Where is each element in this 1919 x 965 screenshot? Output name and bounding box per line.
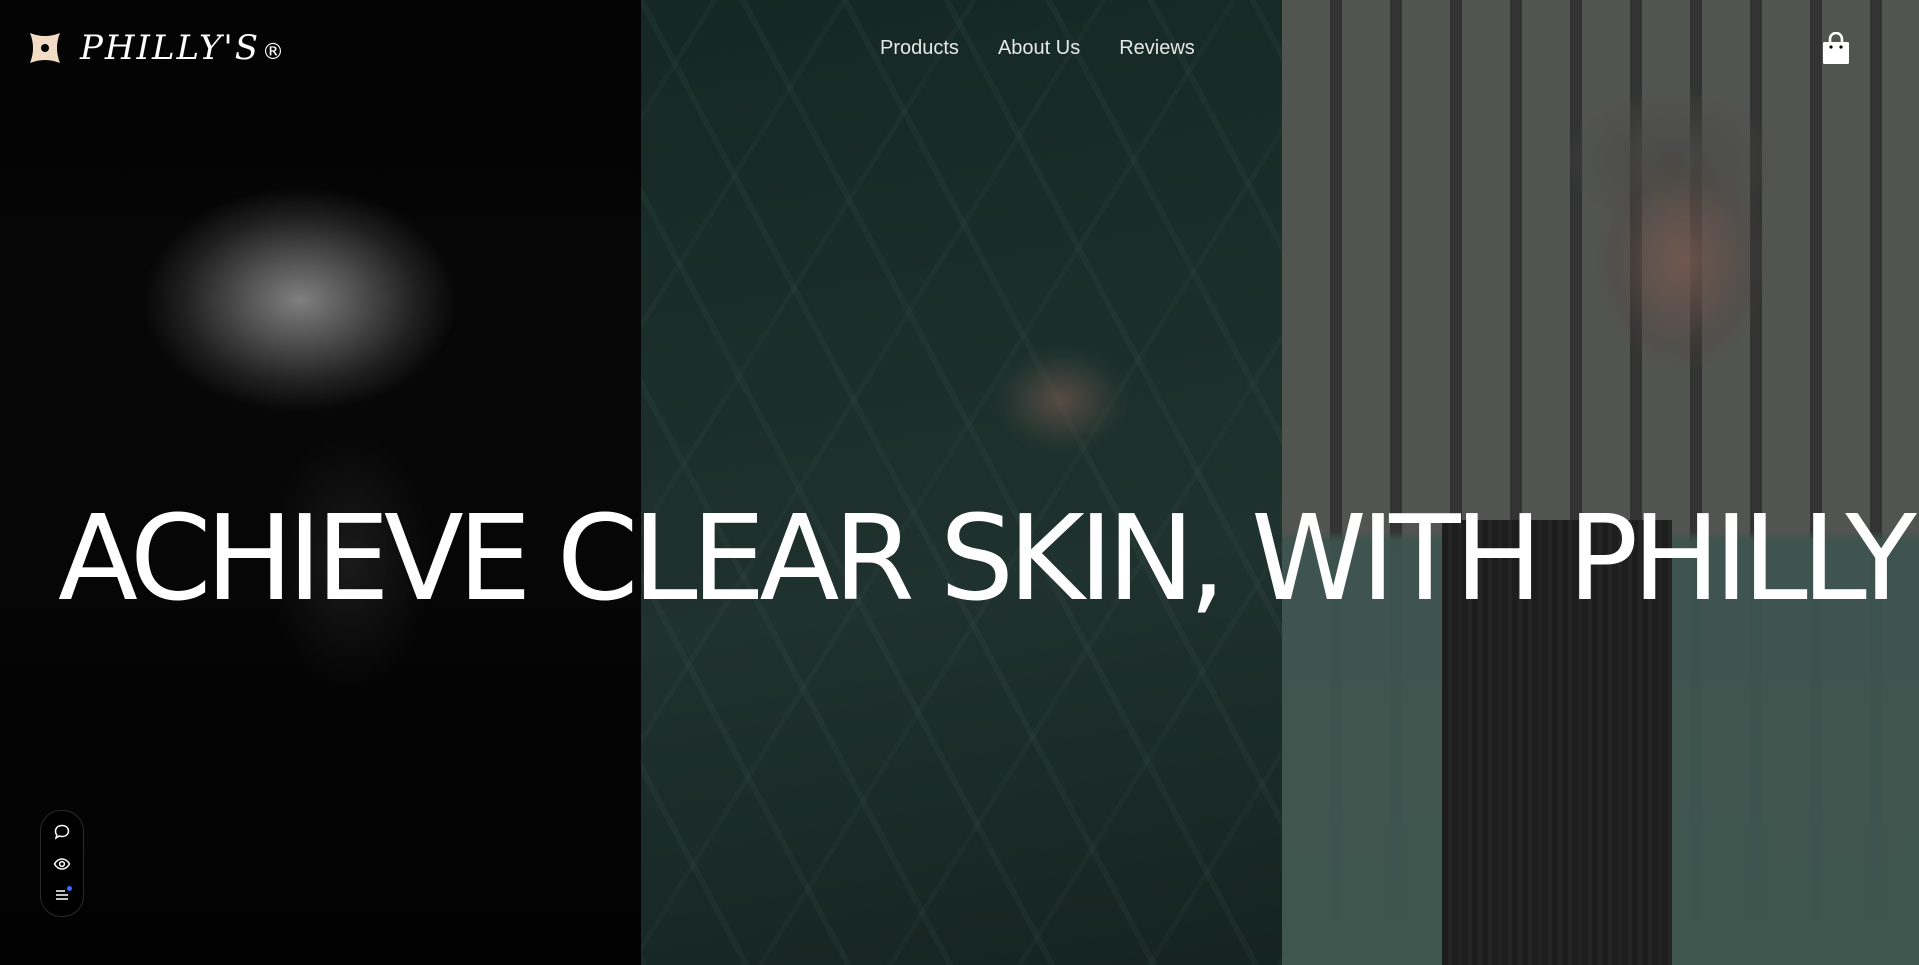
flower-petals-icon (30, 33, 60, 63)
brand-logo[interactable]: PHILLY'S® (26, 28, 286, 68)
nav-about-us[interactable]: About Us (998, 37, 1080, 60)
menu-list-button[interactable] (51, 884, 73, 906)
floating-toolbar (40, 810, 84, 917)
notification-dot (67, 886, 72, 892)
site-header: PHILLY'S® Products About Us Reviews (0, 0, 1919, 100)
brand-name: PHILLY'S® (80, 28, 287, 68)
eye-icon (53, 857, 71, 870)
landing-page: PHILLY'S® Products About Us Reviews ACHI… (0, 0, 1919, 965)
hero-image-portrait-bw (0, 0, 641, 965)
preview-button[interactable] (51, 853, 73, 875)
nav-reviews[interactable]: Reviews (1119, 37, 1195, 60)
hero-image-leaf-face (641, 0, 1282, 965)
nav-products[interactable]: Products (880, 37, 959, 60)
hero-headline: ACHIEVE CLEAR SKIN, WITH PHILLY'S. (58, 489, 1919, 628)
registered-mark: ® (262, 40, 287, 65)
hero-image-woman-beanie (1282, 0, 1919, 965)
shopping-bag-icon[interactable] (1821, 32, 1851, 66)
comment-button[interactable] (51, 821, 73, 843)
main-nav: Products About Us Reviews (880, 37, 1195, 60)
comment-icon (54, 824, 70, 840)
